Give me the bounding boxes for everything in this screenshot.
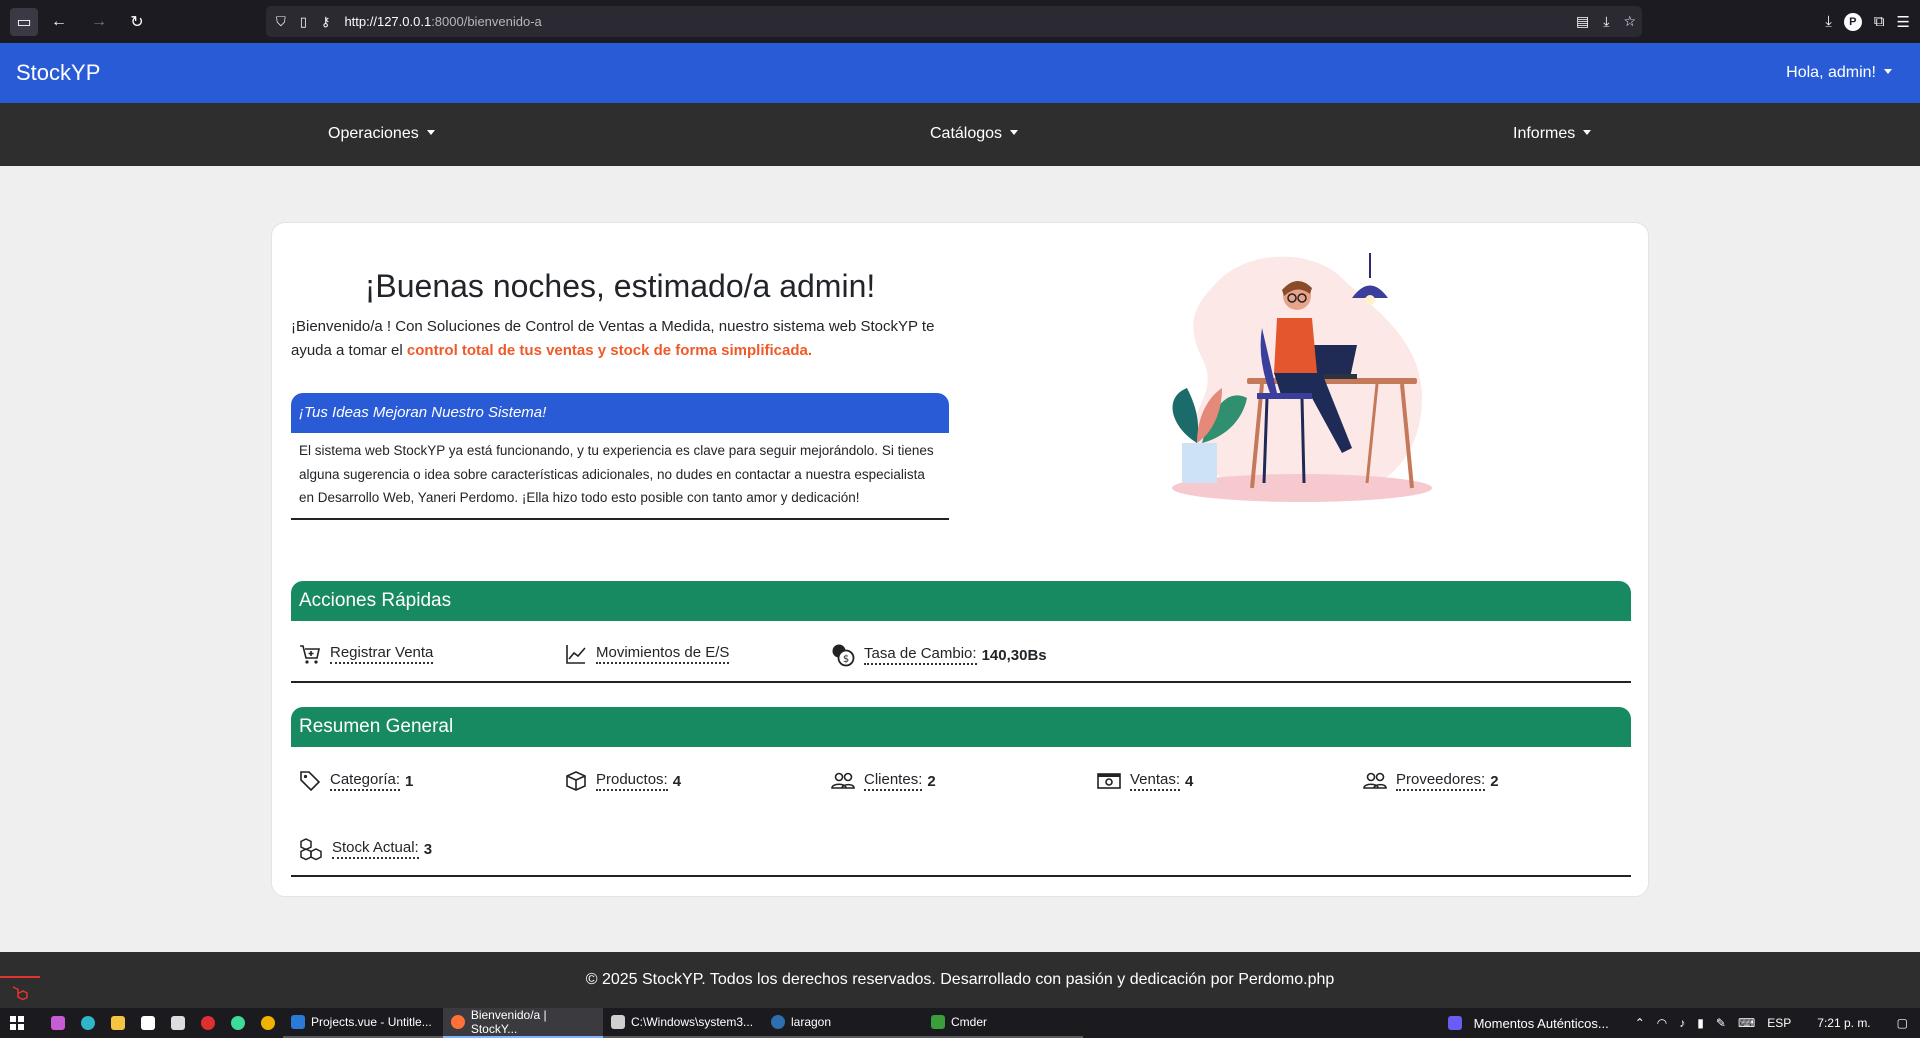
edge-icon[interactable] xyxy=(73,1008,103,1038)
firefox-icon xyxy=(451,1015,465,1029)
line-chart-icon xyxy=(566,645,586,664)
page-icon: ▯ xyxy=(299,13,307,29)
sidebar-toggle-icon[interactable]: ▭ xyxy=(10,7,38,36)
taskbar-app-terminal[interactable]: C:\Windows\system3... xyxy=(603,1008,763,1038)
record-icon[interactable] xyxy=(193,1008,223,1038)
cart-plus-icon xyxy=(300,645,320,664)
reader-view-icon[interactable]: ▤ xyxy=(1576,13,1589,30)
tags-icon xyxy=(300,771,321,792)
keyboard-icon[interactable]: ⌨ xyxy=(1738,1016,1755,1030)
forward-icon[interactable]: → xyxy=(85,8,113,36)
profile-avatar[interactable]: P xyxy=(1843,12,1862,31)
stock-link[interactable]: Stock Actual: 3 xyxy=(298,837,432,861)
laravel-debug-icon[interactable] xyxy=(0,976,40,1008)
categories-count: 1 xyxy=(405,772,414,790)
person-at-desk-illustration xyxy=(1172,253,1432,502)
people-icon xyxy=(1363,772,1387,789)
save-page-icon[interactable]: ⤓ xyxy=(1603,13,1609,30)
clients-link[interactable]: Clientes: 2 xyxy=(830,769,936,793)
main-menu: Operaciones Catálogos Informes xyxy=(0,103,1920,166)
boxes-icon xyxy=(300,838,322,861)
clients-count: 2 xyxy=(927,772,936,790)
reload-icon[interactable]: ↻ xyxy=(123,8,151,36)
coins-icon: $ xyxy=(832,644,855,667)
sales-count: 4 xyxy=(1185,772,1194,790)
products-count: 4 xyxy=(672,772,682,790)
greeting-title: ¡Buenas noches, estimado/a admin! xyxy=(364,268,876,304)
downloads-icon[interactable]: ⤓ xyxy=(1825,13,1832,30)
exchange-rate-value: 140,30Bs xyxy=(981,646,1047,664)
copilot-icon[interactable] xyxy=(43,1008,73,1038)
movements-link[interactable]: Movimientos de E/S xyxy=(564,642,730,666)
windows-taskbar: Projects.vue - Untitle... Bienvenido/a |… xyxy=(0,1008,1920,1038)
divider xyxy=(291,875,1631,877)
svg-text:$: $ xyxy=(843,654,849,665)
quick-actions-heading: Acciones Rápidas xyxy=(291,581,1631,621)
key-icon: ⚷ xyxy=(320,13,331,29)
taskbar-app-cmder[interactable]: Cmder xyxy=(923,1008,1083,1038)
vpn-shield-icon[interactable] xyxy=(223,1008,253,1038)
mail-icon[interactable] xyxy=(163,1008,193,1038)
laragon-icon xyxy=(771,1015,785,1029)
user-menu-dropdown[interactable]: Hola, admin! xyxy=(1786,64,1892,82)
back-icon[interactable]: ← xyxy=(45,8,73,36)
chevron-up-icon[interactable]: ⌃ xyxy=(1635,1016,1645,1030)
suppliers-link[interactable]: Proveedores: 2 xyxy=(1362,769,1499,793)
top-navbar: StockYP Hola, admin! xyxy=(0,43,1920,103)
register-sale-link[interactable]: Registrar Venta xyxy=(298,642,434,666)
products-link[interactable]: Productos: 4 xyxy=(564,769,681,793)
address-bar[interactable]: ⛉ ▯ ⚷ http://127.0.0.1:8000/bienvenido-a… xyxy=(266,6,1642,37)
git-icon xyxy=(611,1015,625,1029)
suppliers-count: 2 xyxy=(1490,772,1499,790)
summary-heading: Resumen General xyxy=(291,707,1631,747)
cash-icon xyxy=(1097,773,1121,789)
menu-informes[interactable]: Informes xyxy=(1513,125,1591,143)
categories-link[interactable]: Categoría: 1 xyxy=(298,769,413,793)
ideas-panel: ¡Tus Ideas Mejoran Nuestro Sistema! El s… xyxy=(291,393,949,520)
people-icon xyxy=(831,772,855,789)
chrome-icon[interactable] xyxy=(253,1008,283,1038)
menu-catalogos[interactable]: Catálogos xyxy=(930,125,1018,143)
url-text[interactable]: http://127.0.0.1:8000/bienvenido-a xyxy=(344,14,541,29)
dashboard-card: ¡Buenas noches, estimado/a admin! ¡Bienv… xyxy=(271,222,1649,897)
welcome-highlight: control total de tus ventas y stock de f… xyxy=(406,342,813,359)
store-icon[interactable] xyxy=(133,1008,163,1038)
clock[interactable]: 7:21 p. m. xyxy=(1817,1016,1870,1030)
cmder-icon xyxy=(931,1015,945,1029)
browser-toolbar: ▭ ← → ↻ ⛉ ▯ ⚷ http://127.0.0.1:8000/bien… xyxy=(0,0,1920,43)
language-indicator[interactable]: ESP xyxy=(1767,1016,1791,1030)
brand-logo[interactable]: StockYP xyxy=(16,60,100,86)
wifi-icon[interactable]: ◠ xyxy=(1657,1016,1667,1030)
taskbar-app-firefox[interactable]: Bienvenido/a | StockY... xyxy=(443,1008,603,1038)
windows-start-icon[interactable] xyxy=(2,1008,32,1038)
divider xyxy=(291,681,1631,683)
sales-link[interactable]: Ventas: 4 xyxy=(1096,769,1193,793)
box-icon xyxy=(566,771,586,791)
file-explorer-icon[interactable] xyxy=(103,1008,133,1038)
bookmark-star-icon[interactable]: ☆ xyxy=(1623,13,1636,30)
shield-icon: ⛉ xyxy=(276,13,286,29)
extensions-icon[interactable]: ⧉ xyxy=(1874,13,1885,30)
taskbar-app-vscode[interactable]: Projects.vue - Untitle... xyxy=(283,1008,443,1038)
ideas-body: El sistema web StockYP ya está funcionan… xyxy=(299,443,934,505)
vscode-icon xyxy=(291,1015,305,1029)
welcome-text: ¡Bienvenido/a ! Con Soluciones de Contro… xyxy=(291,318,935,359)
page-footer: © 2025 StockYP. Todos los derechos reser… xyxy=(0,952,1920,1008)
exchange-rate-link[interactable]: $ Tasa de Cambio: 140,30Bs xyxy=(830,642,1047,668)
media-player-icon[interactable] xyxy=(1447,1016,1462,1030)
system-tray: Momentos Auténticos... ⌃ ◠ ♪ ▮ ✎ ⌨ ESP 7… xyxy=(1447,1008,1920,1038)
menu-operaciones[interactable]: Operaciones xyxy=(328,125,435,143)
menu-icon[interactable]: ☰ xyxy=(1897,13,1910,31)
taskbar-app-laragon[interactable]: laragon xyxy=(763,1008,923,1038)
volume-icon[interactable]: ♪ xyxy=(1679,1016,1685,1030)
battery-icon[interactable]: ▮ xyxy=(1697,1016,1704,1030)
notifications-icon[interactable]: ▢ xyxy=(1897,1016,1908,1030)
ideas-heading: ¡Tus Ideas Mejoran Nuestro Sistema! xyxy=(291,393,949,433)
media-title[interactable]: Momentos Auténticos... xyxy=(1474,1016,1609,1031)
pen-icon[interactable]: ✎ xyxy=(1716,1016,1726,1030)
stock-count: 3 xyxy=(423,840,433,858)
